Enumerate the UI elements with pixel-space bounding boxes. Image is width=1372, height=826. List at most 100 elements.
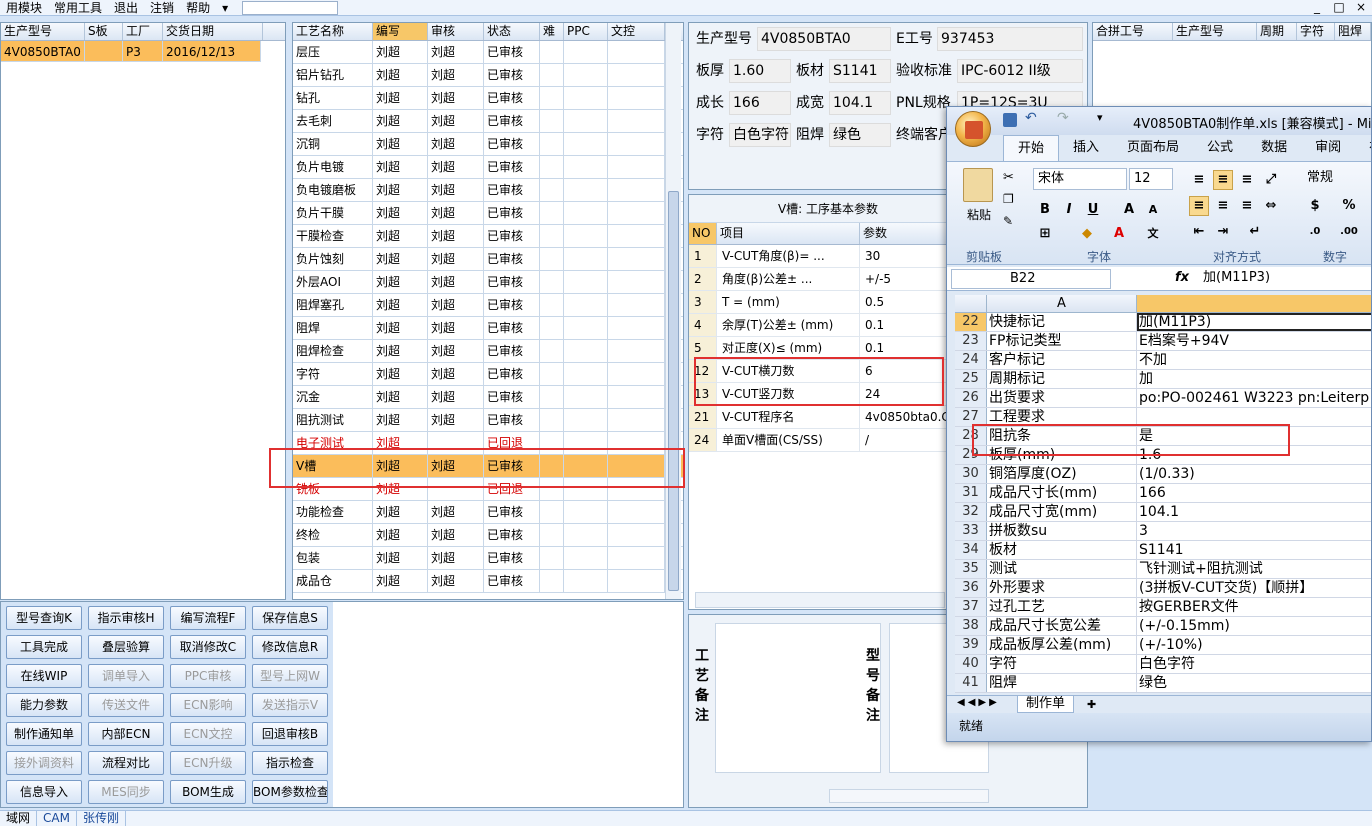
col-header-difficulty[interactable]: 难: [540, 23, 564, 40]
row-number[interactable]: 30: [955, 465, 987, 483]
italic-icon[interactable]: I: [1059, 200, 1079, 220]
align-left-icon[interactable]: ≡: [1189, 196, 1209, 216]
table-row[interactable]: 去毛刺 刘超 刘超 已审核: [293, 110, 683, 133]
row-number[interactable]: 24: [955, 351, 987, 369]
std-field[interactable]: IPC-6012 II级: [957, 59, 1083, 83]
sheet-row[interactable]: 33 拼板数su 3: [955, 522, 1371, 541]
row-number[interactable]: 31: [955, 484, 987, 502]
action-button[interactable]: 内部ECN: [88, 722, 164, 746]
currency-icon[interactable]: $: [1305, 196, 1325, 216]
col-header-factory[interactable]: 工厂: [123, 23, 163, 40]
col-header-author[interactable]: 编写: [373, 23, 428, 40]
action-button[interactable]: 调单导入: [88, 664, 164, 688]
cell[interactable]: 166: [1137, 484, 1371, 502]
col-header-status[interactable]: 状态: [484, 23, 540, 40]
cell[interactable]: 字符: [987, 655, 1137, 673]
save-icon[interactable]: [1003, 113, 1017, 127]
sheet-nav-icon[interactable]: ◀◀▶▶: [957, 697, 1000, 708]
table-row[interactable]: 4V0850BTA0 P3 2016/12/13: [1, 41, 261, 62]
cell[interactable]: po:PO-002461 W3223 pn:Leiterp: [1137, 389, 1371, 407]
ribbon-tab[interactable]: 数据: [1247, 135, 1301, 161]
sheet-row[interactable]: 40 字符 白色字符: [955, 655, 1371, 674]
status-cam[interactable]: CAM: [37, 811, 77, 826]
cell[interactable]: S1141: [1137, 541, 1371, 559]
col-a-header[interactable]: A: [987, 295, 1137, 312]
function-icon[interactable]: fx: [1175, 270, 1189, 285]
menu-item-modules[interactable]: 用模块: [0, 1, 48, 15]
ribbon-tab[interactable]: 页面布局: [1113, 135, 1193, 161]
align-bottom-icon[interactable]: ≡: [1237, 170, 1257, 190]
sheet-row[interactable]: 37 过孔工艺 按GERBER文件: [955, 598, 1371, 617]
cell[interactable]: 飞针测试+阻抗测试: [1137, 560, 1371, 578]
sheet-row[interactable]: 30 铜箔厚度(OZ) (1/0.33): [955, 465, 1371, 484]
cell[interactable]: 成品板厚公差(mm): [987, 636, 1137, 654]
cell[interactable]: 工程要求: [987, 408, 1137, 426]
sheet-row[interactable]: 36 外形要求 (3拼板V-CUT交货)【顺拼】: [955, 579, 1371, 598]
action-button[interactable]: 传送文件: [88, 693, 164, 717]
ribbon-tab[interactable]: 审阅: [1301, 135, 1355, 161]
bold-icon[interactable]: B: [1035, 200, 1055, 220]
row-number[interactable]: 35: [955, 560, 987, 578]
cell[interactable]: 不加: [1137, 351, 1371, 369]
decimal-decrease-icon[interactable]: .00: [1339, 222, 1359, 242]
cell[interactable]: 加: [1137, 370, 1371, 388]
cell[interactable]: 加(M11P3): [1137, 313, 1371, 331]
sheet-row[interactable]: 27 工程要求: [955, 408, 1371, 427]
menu-item-tools[interactable]: 常用工具: [48, 1, 108, 15]
ribbon-tab[interactable]: 公式: [1193, 135, 1247, 161]
row-number[interactable]: 39: [955, 636, 987, 654]
cell[interactable]: (+/-10%): [1137, 636, 1371, 654]
col-header-char[interactable]: 字符: [1297, 23, 1335, 40]
cell[interactable]: 外形要求: [987, 579, 1137, 597]
row-number[interactable]: 28: [955, 427, 987, 445]
fill-color-icon[interactable]: ◆: [1077, 224, 1097, 244]
align-middle-icon[interactable]: ≡: [1213, 170, 1233, 190]
table-row[interactable]: 沉铜 刘超 刘超 已审核: [293, 133, 683, 156]
scroll-thumb[interactable]: [668, 191, 679, 591]
len-field[interactable]: 166: [729, 91, 791, 115]
sheet-row[interactable]: 39 成品板厚公差(mm) (+/-10%): [955, 636, 1371, 655]
menu-combo[interactable]: [242, 0, 339, 15]
redo-icon[interactable]: ↷: [1057, 110, 1069, 126]
row-number[interactable]: 25: [955, 370, 987, 388]
align-center-icon[interactable]: ≡: [1213, 196, 1233, 216]
sheet-row[interactable]: 34 板材 S1141: [955, 541, 1371, 560]
sheet-row[interactable]: 22 快捷标记 加(M11P3): [955, 313, 1371, 332]
table-row[interactable]: 终检 刘超 刘超 已审核: [293, 524, 683, 547]
font-size-input[interactable]: 12: [1129, 168, 1173, 190]
cell[interactable]: 拼板数su: [987, 522, 1137, 540]
table-row[interactable]: 阻抗测试 刘超 刘超 已审核: [293, 409, 683, 432]
align-top-icon[interactable]: ≡: [1189, 170, 1209, 190]
cell[interactable]: 测试: [987, 560, 1137, 578]
action-button[interactable]: 型号上网W: [252, 664, 328, 688]
col-header-reviewer[interactable]: 审核: [428, 23, 484, 40]
action-button[interactable]: 接外调资料: [6, 751, 82, 775]
sheet-row[interactable]: 25 周期标记加: [955, 370, 1371, 389]
col-header-process[interactable]: 工艺名称: [293, 23, 373, 40]
model-field[interactable]: 4V0850BTA0: [757, 27, 891, 51]
decimal-increase-icon[interactable]: .0: [1305, 222, 1325, 242]
table-row[interactable]: 字符 刘超 刘超 已审核: [293, 363, 683, 386]
action-button[interactable]: ECN升级: [170, 751, 246, 775]
paste-icon[interactable]: [963, 168, 993, 202]
table-row[interactable]: 外层AOI 刘超 刘超 已审核: [293, 271, 683, 294]
indent-decrease-icon[interactable]: ⇤: [1189, 222, 1209, 242]
row-number[interactable]: 41: [955, 674, 987, 692]
col-header-no[interactable]: NO: [689, 223, 717, 244]
table-row[interactable]: 沉金 刘超 刘超 已审核: [293, 386, 683, 409]
row-number[interactable]: 29: [955, 446, 987, 464]
col-header-combo-model[interactable]: 生产型号: [1173, 23, 1257, 40]
action-button[interactable]: 指示审核H: [88, 606, 164, 630]
wid-field[interactable]: 104.1: [829, 91, 891, 115]
orientation-icon[interactable]: ⤢: [1261, 170, 1281, 190]
sheet-row[interactable]: 26 出货要求 po:PO-002461 W3223 pn:Leiterp: [955, 389, 1371, 408]
cell[interactable]: [1137, 408, 1371, 426]
cell[interactable]: 成品尺寸长(mm): [987, 484, 1137, 502]
paste-label[interactable]: 粘贴: [967, 206, 991, 223]
number-format-select[interactable]: 常规: [1303, 168, 1371, 190]
table-row[interactable]: 阻焊 刘超 刘超 已审核: [293, 317, 683, 340]
action-button[interactable]: ECN文控: [170, 722, 246, 746]
row-number[interactable]: 22: [955, 313, 987, 331]
col-header-combo[interactable]: 合拼工号: [1093, 23, 1173, 40]
name-box[interactable]: B22: [951, 269, 1111, 289]
